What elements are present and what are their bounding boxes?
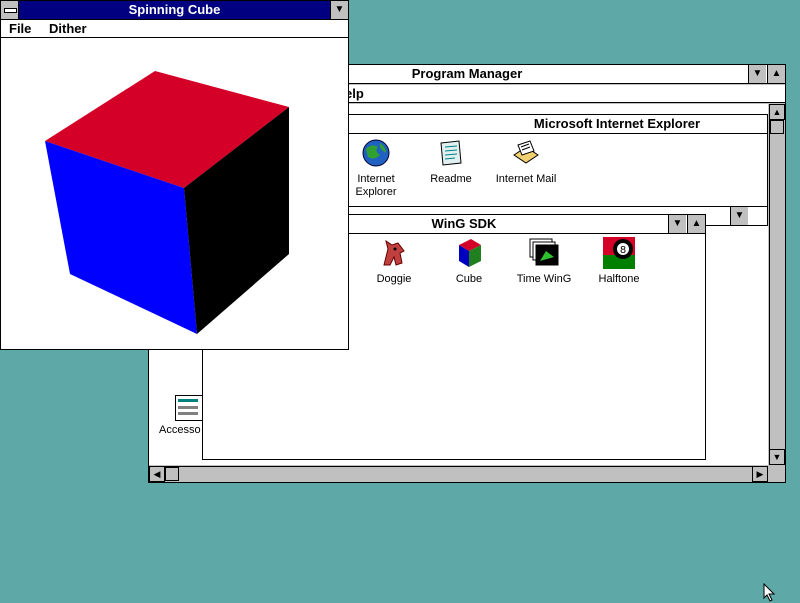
horizontal-scrollbar[interactable]: ◀ ▶	[149, 466, 768, 482]
cube-label: Cube	[455, 273, 483, 285]
internet-explorer-icon	[360, 137, 392, 169]
icon-cube[interactable]: Cube	[431, 237, 507, 286]
icon-halftone[interactable]: 8 Halftone	[581, 237, 657, 286]
scroll-left-arrow[interactable]: ◀	[149, 466, 165, 482]
doggie-icon	[378, 237, 410, 269]
icon-readme[interactable]: Readme	[413, 137, 489, 186]
time-wing-icon	[528, 237, 560, 269]
icon-time-wing[interactable]: Time WinG	[506, 237, 582, 286]
internet-explorer-label: Internet Explorer	[355, 173, 397, 198]
icon-internet-mail[interactable]: Internet Mail	[488, 137, 564, 186]
accessories-label: Accesso	[159, 424, 201, 436]
doggie-label: Doggie	[376, 273, 412, 285]
mouse-cursor-icon	[763, 583, 776, 602]
cube-canvas	[45, 71, 289, 334]
behind-minimize-button[interactable]: ▼	[730, 207, 748, 225]
wing-maximize-button[interactable]: ▲	[687, 215, 705, 233]
ie-group-window[interactable]: Microsoft Internet Explorer Internet Exp…	[346, 114, 768, 210]
spinning-cube-title: Spinning Cube	[128, 2, 221, 17]
cube-icon	[453, 237, 485, 269]
spinning-cube-window[interactable]: Spinning Cube ▼ File Dither	[0, 0, 349, 350]
scroll-up-arrow[interactable]: ▲	[769, 104, 785, 120]
readme-label: Readme	[430, 173, 472, 185]
scroll-down-arrow[interactable]: ▼	[769, 449, 785, 465]
icon-internet-explorer[interactable]: Internet Explorer	[338, 137, 414, 199]
scroll-right-arrow[interactable]: ▶	[752, 466, 768, 482]
icon-doggie[interactable]: Doggie	[356, 237, 432, 286]
spinning-cube-menubar: File Dither	[1, 20, 348, 38]
time-wing-label: Time WinG	[516, 273, 572, 285]
scroll-thumb[interactable]	[770, 120, 784, 134]
minimize-button[interactable]: ▼	[748, 65, 766, 83]
readme-icon	[435, 137, 467, 169]
menu-dither[interactable]: Dither	[49, 21, 87, 36]
internet-mail-label: Internet Mail	[495, 173, 557, 185]
svg-text:8: 8	[620, 245, 626, 256]
spinning-cube-titlebar[interactable]: Spinning Cube ▼	[1, 1, 348, 20]
cube-minimize-button[interactable]: ▼	[330, 1, 348, 19]
maximize-button[interactable]: ▲	[767, 65, 785, 83]
menu-file[interactable]: File	[9, 21, 31, 36]
ie-group-titlebar[interactable]: Microsoft Internet Explorer	[347, 115, 767, 134]
accessories-icon	[175, 395, 203, 421]
internet-mail-icon	[510, 137, 542, 169]
halftone-icon: 8	[603, 237, 635, 269]
scroll-h-thumb[interactable]	[165, 467, 179, 481]
wing-minimize-button[interactable]: ▼	[668, 215, 686, 233]
halftone-label: Halftone	[598, 273, 640, 285]
vertical-scrollbar[interactable]: ▲ ▼	[769, 104, 785, 465]
wing-sdk-title: WinG SDK	[431, 216, 497, 231]
ie-group-title: Microsoft Internet Explorer	[533, 116, 701, 131]
